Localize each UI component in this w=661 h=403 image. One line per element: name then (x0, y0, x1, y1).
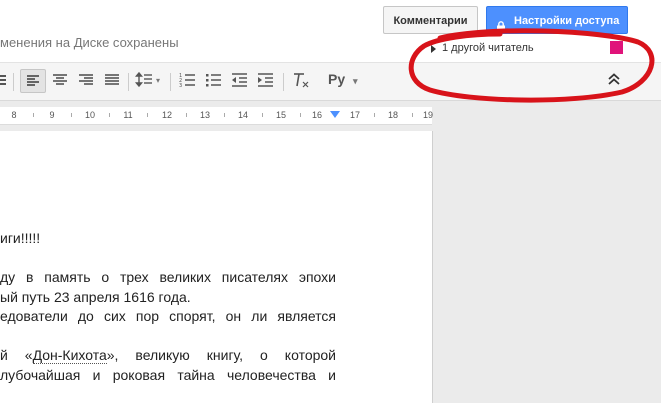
ruler-number: 8 (11, 110, 17, 120)
expand-triangle-icon (431, 45, 436, 53)
viewer-color-swatch (610, 41, 623, 54)
viewers-label: 1 другой читатель (442, 42, 534, 54)
partial-toolbar-icon[interactable] (0, 69, 8, 93)
ruler-tick (224, 113, 225, 117)
bulleted-list-icon[interactable] (202, 69, 226, 93)
collapse-toolbar-icon[interactable] (606, 71, 622, 87)
horizontal-ruler[interactable]: 8 9 10 11 12 13 14 15 16 17 18 19 (0, 107, 433, 125)
formatting-toolbar: ▾ 123 Ру ▾ (0, 62, 661, 101)
decrease-indent-icon[interactable] (228, 69, 252, 93)
ruler-number: 9 (49, 110, 55, 120)
lock-icon (496, 15, 506, 32)
toolbar-separator (283, 73, 284, 91)
ruler-number: 15 (275, 110, 286, 120)
share-settings-label: Настройки доступа (514, 15, 620, 27)
ruler-number: 13 (199, 110, 210, 120)
align-right-icon[interactable] (74, 69, 98, 93)
ruler-number: 19 (422, 110, 433, 120)
paragraph-line: й «Дон-Кихота», великую книгу, о которой (0, 346, 336, 366)
clear-formatting-icon[interactable] (289, 69, 313, 93)
ruler-tick (374, 113, 375, 117)
paragraph-3: й «Дон-Кихота», великую книгу, о которой… (0, 346, 336, 385)
language-label: Ру (328, 71, 346, 87)
ruler-tick (147, 113, 148, 117)
ruler-tick (109, 113, 110, 117)
ruler-number: 16 (311, 110, 322, 120)
align-left-icon[interactable] (20, 69, 46, 93)
paragraph-line: лубочайшая и роковая тайна человечества … (0, 366, 336, 383)
ruler-number: 10 (84, 110, 95, 120)
ruler-number: 11 (123, 110, 133, 120)
line-spacing-icon[interactable]: ▾ (134, 69, 164, 93)
spellcheck-word[interactable]: Дон-Кихота (32, 347, 107, 364)
paragraph-line: ый путь 23 апреля 1616 года. (0, 288, 191, 305)
ruler-number: 12 (161, 110, 172, 120)
text-run: », великую книгу, о которой (106, 347, 336, 363)
paragraph-1: ду в память о трех великих писателях эпо… (0, 268, 336, 307)
ruler-number: 17 (349, 110, 360, 120)
share-settings-button[interactable]: Настройки доступа (486, 6, 628, 34)
heading-line: иги!!!!! (0, 230, 41, 246)
toolbar-separator (170, 73, 171, 91)
language-button[interactable]: Ру ▾ (328, 71, 358, 87)
line-spacing-caret: ▾ (156, 76, 160, 85)
text-run: й « (0, 347, 33, 363)
paragraph-2: едователи до сих пор спорят, он ли являе… (0, 307, 336, 327)
document-page[interactable]: иги!!!!! ду в память о трех великих писа… (0, 131, 433, 403)
comments-button[interactable]: Комментарии (383, 6, 478, 34)
document-heading: иги!!!!! (0, 229, 336, 249)
increase-indent-icon[interactable] (254, 69, 278, 93)
ruler-tick (186, 113, 187, 117)
viewers-indicator[interactable]: 1 другой читатель (425, 40, 625, 60)
ruler-tick (71, 113, 72, 117)
ruler-number: 18 (387, 110, 398, 120)
ruler-tick (33, 113, 34, 117)
paragraph-line: ду в память о трех великих писателях эпо… (0, 269, 336, 285)
top-bar: менения на Диске сохранены Комментарии Н… (0, 0, 661, 62)
ruler-number: 14 (237, 110, 248, 120)
numbered-list-icon[interactable]: 123 (176, 69, 200, 93)
save-status-text: менения на Диске сохранены (0, 35, 179, 50)
align-justify-icon[interactable] (100, 69, 124, 93)
right-indent-marker[interactable] (330, 111, 340, 118)
ruler-tick (300, 113, 301, 117)
align-center-icon[interactable] (48, 69, 72, 93)
toolbar-separator (13, 73, 14, 91)
ruler-tick (262, 113, 263, 117)
paragraph-line: едователи до сих пор спорят, он ли являе… (0, 308, 336, 324)
svg-text:3: 3 (179, 83, 182, 89)
language-caret: ▾ (353, 76, 358, 86)
toolbar-separator (128, 73, 129, 91)
ruler-tick (412, 113, 413, 117)
